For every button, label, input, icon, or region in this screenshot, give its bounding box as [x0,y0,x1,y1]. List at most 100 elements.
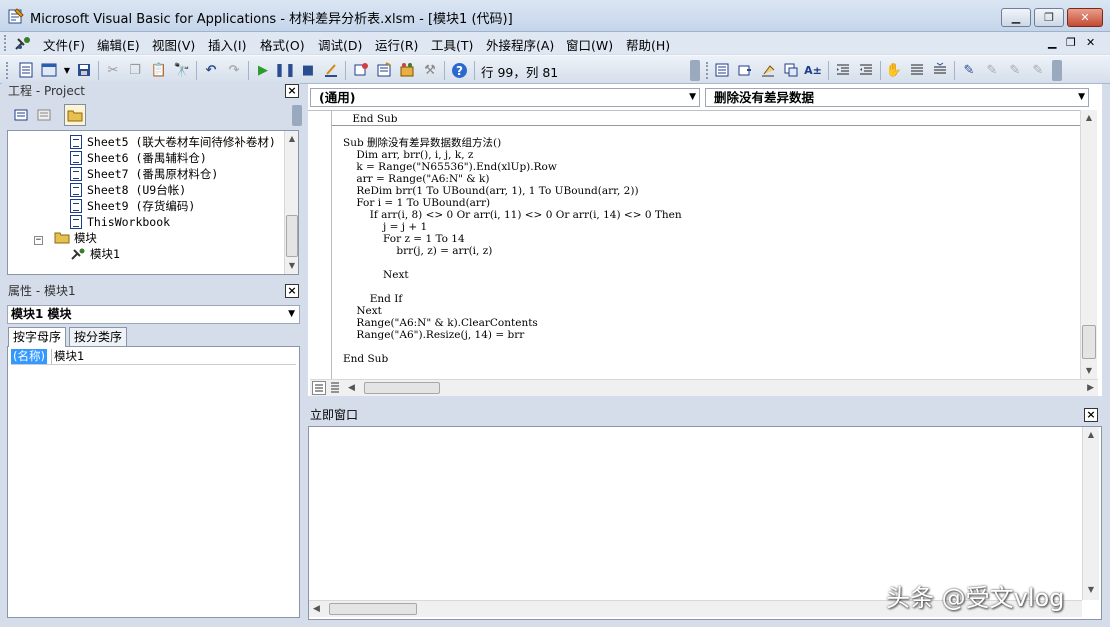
code-editor[interactable]: End Sub Sub 删除没有差异数据数组方法() Dim arr, brr(… [308,110,1080,381]
toggle-folders-icon[interactable] [64,104,86,126]
code-vertical-scrollbar[interactable]: ▲ ▼ [1080,110,1097,380]
scroll-up-arrow[interactable]: ▲ [1081,110,1097,126]
menu-help[interactable]: 帮助(H) [626,35,670,54]
quick-info-icon[interactable] [759,61,777,79]
toolbar-grip[interactable] [6,62,10,79]
code-line[interactable]: Next [343,269,409,281]
edit-toolbar-grip[interactable] [706,62,710,79]
comment-block-icon[interactable] [908,61,926,79]
code-line[interactable]: For i = 1 To UBound(arr) [343,197,490,209]
menu-run[interactable]: 运行(R) [375,35,418,54]
code-line[interactable]: End Sub [343,353,388,365]
menu-file[interactable]: 文件(F) [43,35,85,54]
immediate-vertical-scrollbar[interactable]: ▲ ▼ [1082,427,1099,600]
vba-logo-icon[interactable] [14,35,32,51]
copy-icon[interactable]: ❐ [126,61,144,79]
properties-window-icon[interactable] [375,61,393,79]
help-icon[interactable]: ? [450,61,468,79]
code-line[interactable]: End If [343,293,403,305]
scroll-down-arrow[interactable]: ▼ [1081,363,1097,379]
undo-icon[interactable]: ↶ [202,61,220,79]
project-close-button[interactable]: × [285,84,299,98]
tab-alphabetic[interactable]: 按字母序 [8,327,67,347]
scroll-thumb[interactable] [1082,325,1096,359]
code-line[interactable]: If arr(i, 8) <> 0 Or arr(i, 11) <> 0 Or … [343,209,682,221]
menu-view[interactable]: 视图(V) [152,35,195,54]
find-icon[interactable]: 🔭 [173,61,191,79]
scroll-thumb[interactable] [286,215,298,257]
insert-userform-icon[interactable] [40,61,58,79]
property-value-cell[interactable]: 模块1 [54,349,84,364]
view-excel-icon[interactable] [17,61,35,79]
list-properties-icon[interactable] [713,61,731,79]
menu-debug[interactable]: 调试(D) [318,35,362,54]
menu-format[interactable]: 格式(O) [260,35,305,54]
mdi-close-button[interactable]: ✕ [1086,36,1095,49]
menu-window[interactable]: 窗口(W) [566,35,613,54]
collapse-icon[interactable]: − [34,236,43,245]
tree-item-sheet8[interactable]: Sheet8 (U9台帐) [70,182,186,198]
project-scrollbar[interactable]: ▲ ▼ [284,131,298,274]
next-bookmark-icon[interactable]: ✎ [983,61,1001,79]
properties-close-button[interactable]: × [285,284,299,298]
cut-icon[interactable]: ✂ [104,61,122,79]
menubar-grip[interactable] [4,35,8,51]
menu-edit[interactable]: 编辑(E) [97,35,140,54]
view-object-icon[interactable] [35,106,53,124]
code-line[interactable]: End Sub [339,113,397,125]
view-code-icon[interactable] [12,106,30,124]
code-margin[interactable] [308,111,332,381]
tree-folder-modules[interactable]: − 模块 [34,230,97,246]
toolbar-options-icon[interactable] [690,60,700,81]
clear-bookmarks-icon[interactable]: ✎ [1029,61,1047,79]
object-browser-icon[interactable] [398,61,416,79]
minimize-button[interactable]: ▁ [1001,8,1031,27]
properties-object-select[interactable]: 模块1 模块 ▼ [7,305,300,324]
design-mode-icon[interactable] [322,61,340,79]
immediate-close-button[interactable]: × [1084,408,1098,422]
restore-button[interactable]: ❐ [1034,8,1064,27]
parameter-info-icon[interactable] [782,61,800,79]
code-line[interactable]: brr(j, z) = arr(i, z) [343,245,492,257]
scroll-up-arrow[interactable]: ▲ [1083,427,1099,443]
scroll-down-arrow[interactable]: ▼ [285,258,298,274]
tab-categorized[interactable]: 按分类序 [69,327,128,346]
mdi-restore-button[interactable]: ❐ [1066,36,1076,49]
scroll-left-arrow[interactable]: ◀ [348,380,355,396]
insert-dropdown-icon[interactable]: ▼ [58,61,76,79]
save-icon[interactable] [75,61,93,79]
paste-icon[interactable]: 📋 [150,61,168,79]
code-line[interactable]: Range("A6").Resize(j, 14) = brr [343,329,524,341]
code-line[interactable]: Next [343,305,382,317]
procedure-view-icon[interactable] [312,381,326,395]
procedure-combo[interactable]: 删除没有差异数据 ▼ [705,88,1089,107]
run-icon[interactable]: ▶ [254,61,272,79]
code-line[interactable]: j = j + 1 [343,221,427,233]
redo-icon[interactable]: ↷ [225,61,243,79]
scroll-thumb[interactable] [329,603,417,615]
previous-bookmark-icon[interactable]: ✎ [1006,61,1024,79]
project-toolbar-options[interactable] [292,105,302,126]
code-line[interactable]: Sub 删除没有差异数据数组方法() [343,137,501,149]
full-module-view-icon[interactable] [329,381,343,395]
scroll-thumb[interactable] [364,382,440,394]
mdi-minimize-button[interactable]: ▁ [1048,36,1056,49]
code-horizontal-scrollbar[interactable]: ◀ ▶ [310,379,1098,396]
tree-item-thisworkbook[interactable]: ThisWorkbook [70,214,170,230]
tree-item-sheet6[interactable]: Sheet6 (番禺辅料仓) [70,150,207,166]
project-explorer-icon[interactable] [352,61,370,79]
code-line[interactable]: For z = 1 To 14 [343,233,465,245]
uncomment-block-icon[interactable] [931,61,949,79]
code-line[interactable]: k = Range("N65536").End(xlUp).Row [343,161,556,173]
code-line[interactable]: arr = Range("A6:N" & k) [343,173,489,185]
code-line[interactable]: Dim arr, brr(), i, j, k, z [343,149,473,161]
code-line[interactable]: Range("A6:N" & k).ClearContents [343,317,537,329]
property-name-cell[interactable]: (名称) [11,349,47,364]
reset-icon[interactable]: ■ [299,61,317,79]
scroll-up-arrow[interactable]: ▲ [285,131,298,147]
close-button[interactable]: ✕ [1067,8,1103,27]
toolbox-icon[interactable]: ⚒ [421,61,439,79]
scroll-left-arrow[interactable]: ◀ [313,601,320,617]
menu-addins[interactable]: 外接程序(A) [486,35,554,54]
code-line[interactable]: ReDim brr(1 To UBound(arr, 1), 1 To UBou… [343,185,638,197]
